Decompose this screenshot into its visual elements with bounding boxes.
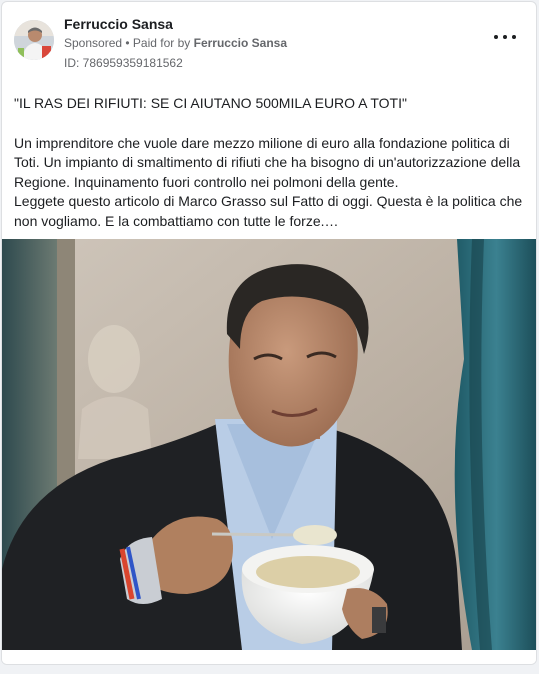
sponsored-line: Sponsored • Paid for by Ferruccio Sansa: [64, 36, 287, 50]
page-name-link[interactable]: Ferruccio Sansa: [64, 16, 173, 32]
post-paragraph-1: Un imprenditore che vuole dare mezzo mil…: [14, 134, 521, 190]
dot: [512, 35, 516, 39]
post-headline: "IL RAS DEI RIFIUTI: SE CI AIUTANO 500MI…: [14, 95, 407, 111]
separator-dot: •: [122, 36, 133, 50]
more-options-icon[interactable]: [494, 30, 516, 44]
ad-id: ID: 786959359181562: [64, 56, 183, 70]
dot: [503, 35, 507, 39]
sponsored-label: Sponsored: [64, 36, 123, 50]
ad-post-card: Ferruccio Sansa Sponsored • Paid for by …: [1, 1, 537, 665]
post-paragraph-2: Leggete questo articolo di Marco Grasso …: [14, 193, 523, 229]
post-header: Ferruccio Sansa Sponsored • Paid for by …: [2, 2, 536, 77]
profile-avatar[interactable]: [14, 20, 54, 60]
dot: [494, 35, 498, 39]
post-body: "IL RAS DEI RIFIUTI: SE CI AIUTANO 500MI…: [14, 94, 530, 231]
post-photo[interactable]: [2, 239, 536, 650]
post-footer: [2, 650, 536, 664]
paid-for-name: Ferruccio Sansa: [193, 36, 287, 50]
paid-for-prefix: Paid for by: [132, 36, 194, 50]
